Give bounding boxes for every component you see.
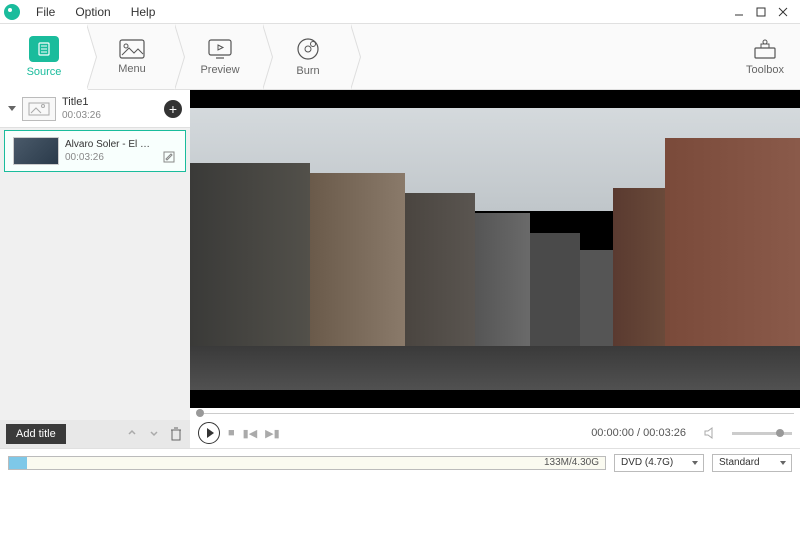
sidebar-footer: Add title xyxy=(0,420,190,448)
title-thumbnail xyxy=(22,97,56,121)
title-duration: 00:03:26 xyxy=(62,110,158,121)
scrubber-handle[interactable] xyxy=(196,409,204,417)
step-menu[interactable]: Menu xyxy=(88,24,176,90)
maximize-button[interactable] xyxy=(754,5,768,19)
document-icon xyxy=(29,36,59,62)
toolbox-button[interactable]: Toolbox xyxy=(730,24,800,90)
clip-thumbnail xyxy=(13,137,59,165)
menu-file[interactable]: File xyxy=(26,5,65,19)
clip-row[interactable]: Alvaro Soler - El Mism... 00:03:26 xyxy=(4,130,186,172)
step-burn[interactable]: Burn xyxy=(264,24,352,90)
main-area: Title1 00:03:26 + Alvaro Soler - El Mism… xyxy=(0,90,800,448)
player-controls: ■ ▮◀ ▶▮ 00:00:00 / 00:03:26 xyxy=(190,418,800,448)
title-row[interactable]: Title1 00:03:26 + xyxy=(0,90,190,128)
clip-name: Alvaro Soler - El Mism... xyxy=(65,139,157,150)
edit-icon[interactable] xyxy=(163,151,177,165)
step-label: Burn xyxy=(296,65,319,77)
scrubber[interactable] xyxy=(190,408,800,418)
monitor-play-icon xyxy=(207,38,233,60)
add-title-button[interactable]: Add title xyxy=(6,424,66,444)
volume-slider[interactable] xyxy=(732,432,792,435)
time-display: 00:00:00 / 00:03:26 xyxy=(591,427,686,439)
preview-panel: ■ ▮◀ ▶▮ 00:00:00 / 00:03:26 xyxy=(190,90,800,448)
play-icon xyxy=(207,428,214,438)
prev-button[interactable]: ▮◀ xyxy=(243,427,258,440)
video-viewport[interactable] xyxy=(190,90,800,408)
image-icon xyxy=(119,39,145,59)
minimize-button[interactable] xyxy=(732,5,746,19)
toolbox-label: Toolbox xyxy=(746,64,784,76)
disc-icon xyxy=(296,37,320,61)
step-preview[interactable]: Preview xyxy=(176,24,264,90)
clip-info: Alvaro Soler - El Mism... 00:03:26 xyxy=(65,139,157,163)
menu-help[interactable]: Help xyxy=(121,5,166,19)
volume-icon[interactable] xyxy=(704,427,718,439)
add-clip-button[interactable]: + xyxy=(164,100,182,118)
step-label: Menu xyxy=(118,63,146,75)
toolbox-icon xyxy=(752,38,778,60)
title-info: Title1 00:03:26 xyxy=(62,96,158,121)
menubar: File Option Help xyxy=(0,0,800,24)
trash-icon[interactable] xyxy=(170,427,184,441)
sidebar: Title1 00:03:26 + Alvaro Soler - El Mism… xyxy=(0,90,190,448)
capacity-text: 133M/4.30G xyxy=(544,457,599,469)
bottom-bar: 133M/4.30G DVD (4.7G) Standard xyxy=(0,448,800,476)
step-label: Source xyxy=(27,66,62,78)
title-name: Title1 xyxy=(62,96,158,108)
clip-duration: 00:03:26 xyxy=(65,152,157,163)
step-source[interactable]: Source xyxy=(0,24,88,90)
move-up-icon[interactable] xyxy=(126,427,140,441)
workflow-toolbar: Source Menu Preview Burn Toolbox xyxy=(0,24,800,90)
disc-type-dropdown[interactable]: DVD (4.7G) xyxy=(614,454,704,472)
close-button[interactable] xyxy=(776,5,790,19)
stop-button[interactable]: ■ xyxy=(228,427,235,439)
move-down-icon[interactable] xyxy=(148,427,162,441)
expand-arrow-icon[interactable] xyxy=(8,106,16,111)
step-label: Preview xyxy=(200,64,239,76)
menu-option[interactable]: Option xyxy=(65,5,120,19)
play-button[interactable] xyxy=(198,422,220,444)
capacity-bar: 133M/4.30G xyxy=(8,456,606,470)
next-button[interactable]: ▶▮ xyxy=(265,427,280,440)
window-controls xyxy=(732,5,796,19)
quality-dropdown[interactable]: Standard xyxy=(712,454,792,472)
app-logo-icon xyxy=(4,4,20,20)
